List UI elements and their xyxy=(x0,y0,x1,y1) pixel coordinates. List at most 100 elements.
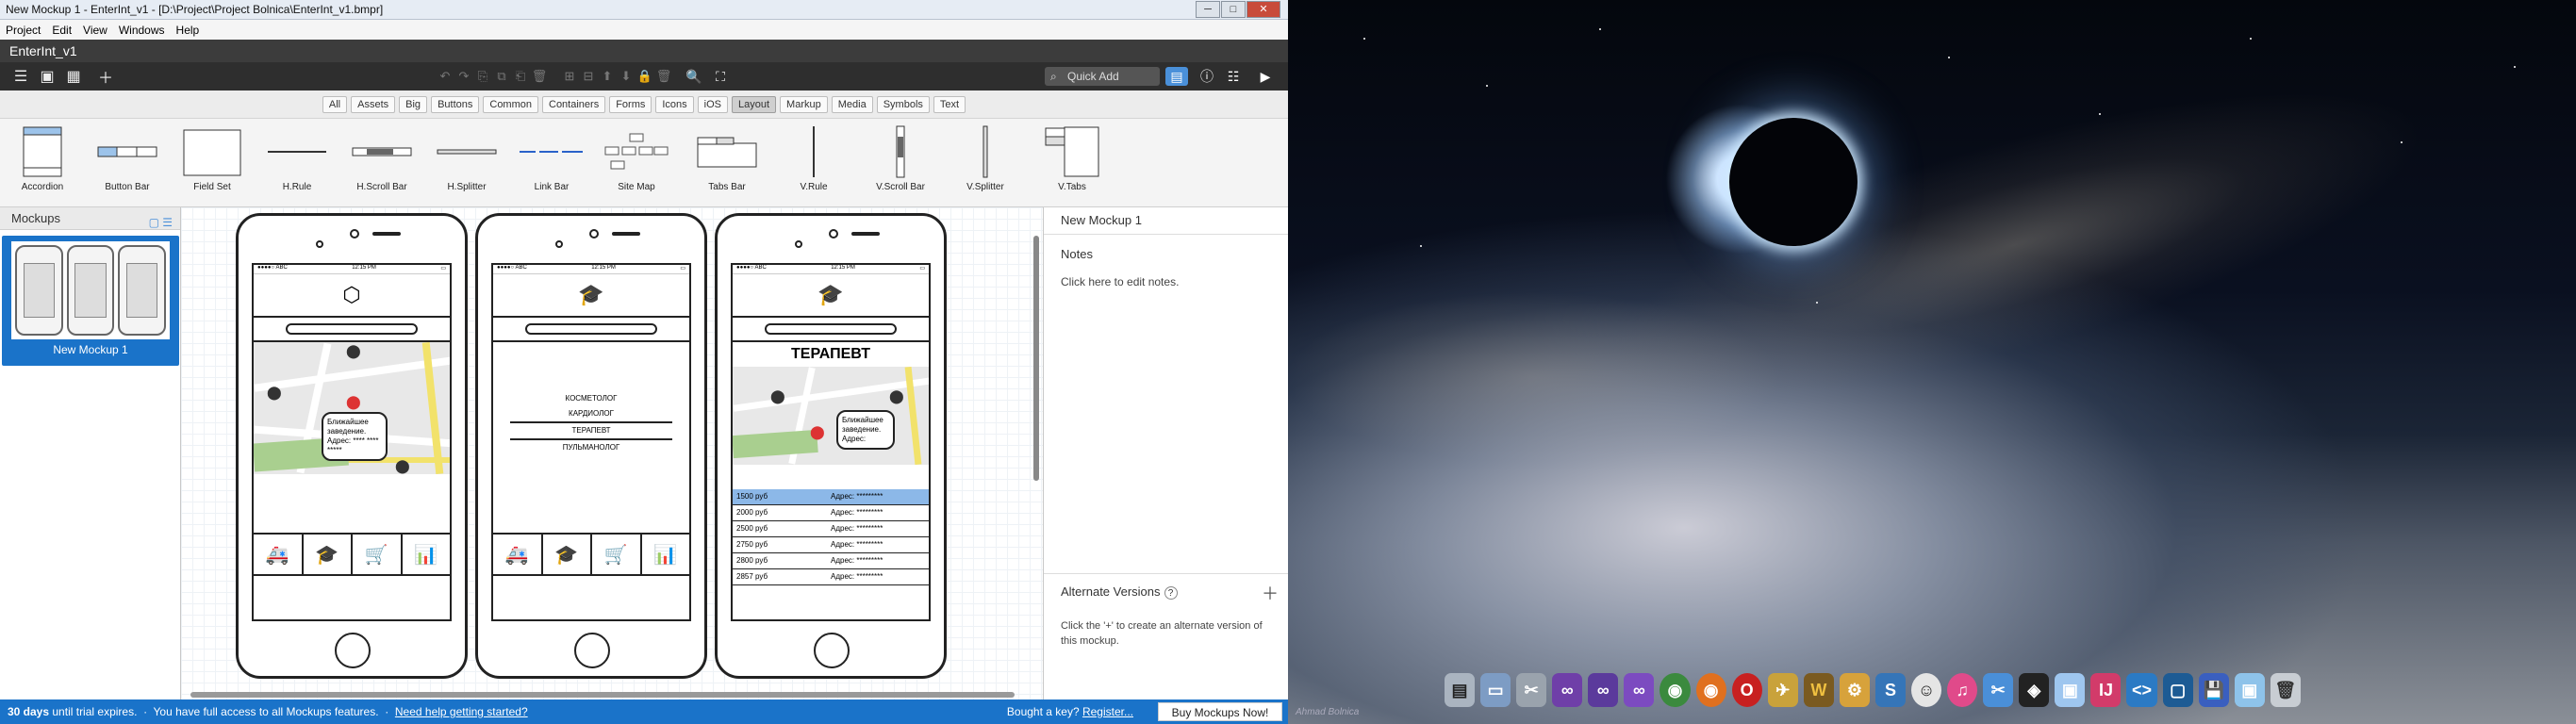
save-icon[interactable]: 💾 xyxy=(2198,673,2229,707)
map-pin-icon[interactable]: ⬤ xyxy=(346,344,361,357)
tab-ios[interactable]: iOS xyxy=(697,95,729,113)
price-row[interactable]: 2500 руб Адрес: ********* xyxy=(733,521,929,537)
canvas-vertical-scrollbar[interactable] xyxy=(1033,236,1039,481)
mockup-thumbnail-selected[interactable]: New Mockup 1 xyxy=(2,236,179,366)
add-alternate-icon[interactable]: ＋ xyxy=(1262,581,1279,605)
cart-icon[interactable]: 🛒 xyxy=(353,535,403,574)
map-pin-icon[interactable]: ⬤ xyxy=(770,389,785,403)
menu-item-cardiologist[interactable]: КАРДИОЛОГ xyxy=(493,406,689,421)
phone-mockup-therapist[interactable]: ●●●●○ ABC 12:15 PM ▭ 🎓 ТЕРАПЕВТ ⬤ ⬤ ⬤ Ближ… xyxy=(715,213,947,679)
smiley-icon[interactable]: ☺ xyxy=(1911,673,1942,707)
chart-icon[interactable]: 📊 xyxy=(403,535,451,574)
menu-view[interactable]: View xyxy=(77,24,113,37)
lib-item-v-rule[interactable]: V.Rule xyxy=(771,119,856,207)
map-view[interactable]: ⬤ ⬤ ⬤ Ближайшее заведение. Адрес: xyxy=(733,367,929,465)
firefox-icon[interactable]: ◉ xyxy=(1695,673,1726,707)
redo-icon[interactable]: ↷ xyxy=(454,64,473,89)
box-icon[interactable]: ▣ xyxy=(2055,673,2086,707)
graduation-cap-icon[interactable]: 🎓 xyxy=(304,535,353,574)
send-back-icon[interactable]: ⬇ xyxy=(617,64,636,89)
tools-icon[interactable]: ✂ xyxy=(1516,673,1547,707)
trash-icon[interactable]: 🗑 xyxy=(654,64,673,89)
quick-add-input[interactable]: ⌕ Quick Add xyxy=(1045,67,1160,86)
price-row[interactable]: 1500 руб Адрес: ********* xyxy=(733,489,929,505)
tab-buttons[interactable]: Buttons xyxy=(431,95,480,113)
itunes-icon[interactable]: ♫ xyxy=(1947,673,1978,707)
menu-item-therapist[interactable]: ТЕРАПЕВТ xyxy=(510,421,672,440)
plane-icon[interactable]: ✈ xyxy=(1767,673,1798,707)
tab-text[interactable]: Text xyxy=(933,95,966,113)
lib-item-field-set[interactable]: Field Set xyxy=(170,119,255,207)
price-list[interactable]: 1500 руб Адрес: ********* 2000 руб Адрес: … xyxy=(733,489,929,593)
price-row[interactable]: 2857 руб Адрес: ********* xyxy=(733,569,929,585)
graduation-cap-icon[interactable]: 🎓 xyxy=(543,535,592,574)
hamburger-menu-icon[interactable]: ☰ xyxy=(8,64,34,89)
lock-icon[interactable]: 🔒 xyxy=(636,64,654,89)
tab-layout[interactable]: Layout xyxy=(732,95,777,113)
code-icon[interactable]: <> xyxy=(2126,673,2157,707)
menu-item-cosmetologist[interactable]: КОСМЕТОЛОГ xyxy=(493,391,689,406)
price-row[interactable]: 2750 руб Адрес: ********* xyxy=(733,537,929,553)
opera-icon[interactable]: O xyxy=(1731,673,1762,707)
notes-edit-area[interactable]: Click here to edit notes. xyxy=(1061,275,1179,288)
bring-front-icon[interactable]: ⬆ xyxy=(598,64,617,89)
tab-media[interactable]: Media xyxy=(831,95,873,113)
single-view-icon[interactable]: ▣ xyxy=(34,64,60,89)
lib-item-h-splitter[interactable]: H.Splitter xyxy=(424,119,509,207)
lib-item-h-scroll-bar[interactable]: H.Scroll Bar xyxy=(339,119,424,207)
tab-icons[interactable]: Icons xyxy=(655,95,694,113)
lib-item-button-bar[interactable]: Button Bar xyxy=(85,119,170,207)
ambulance-icon[interactable]: 🚑 xyxy=(254,535,304,574)
folder-icon[interactable]: ▭ xyxy=(1480,673,1511,707)
tab-markup[interactable]: Markup xyxy=(780,95,828,113)
register-link[interactable]: Register... xyxy=(1082,705,1133,718)
search-field[interactable] xyxy=(493,318,689,342)
frame-icon[interactable]: ▢ xyxy=(2162,673,2193,707)
trash-icon[interactable]: 🗑 xyxy=(2270,673,2301,707)
visual-studio-2-icon[interactable]: ∞ xyxy=(1588,673,1619,707)
lib-item-site-map[interactable]: Site Map xyxy=(594,119,679,207)
tab-all[interactable]: All xyxy=(322,95,348,113)
visual-studio-icon[interactable]: ∞ xyxy=(1552,673,1583,707)
intellij-icon[interactable]: IJ xyxy=(2090,673,2122,707)
file-manager-icon[interactable]: ▤ xyxy=(1445,673,1476,707)
ui-library-icon[interactable]: ▤ xyxy=(1165,67,1188,86)
menu-project[interactable]: Project xyxy=(0,24,46,37)
cart-icon[interactable]: 🛒 xyxy=(592,535,642,574)
chart-icon[interactable]: 📊 xyxy=(642,535,690,574)
phone-mockup-menu[interactable]: ●●●●○ ABC 12:15 PM ▭ 🎓 КОСМЕТОЛОГ КАРДИОЛО… xyxy=(475,213,707,679)
map-pin-selected-icon[interactable]: ⬤ xyxy=(346,395,361,408)
menu-windows[interactable]: Windows xyxy=(113,24,171,37)
tab-forms[interactable]: Forms xyxy=(609,95,652,113)
settings-icon[interactable]: ⚙ xyxy=(1839,673,1870,707)
lib-item-link-bar[interactable]: Link Bar xyxy=(509,119,594,207)
delete-icon[interactable]: 🗑 xyxy=(530,64,549,89)
phone-mockup-map[interactable]: ●●●●○ ABC 12:15 PM ▭ ⬡ ⬤ ⬤ ⬤ ⬤ Ближайшее з… xyxy=(236,213,468,679)
tab-common[interactable]: Common xyxy=(483,95,538,113)
mockup-canvas[interactable]: ●●●●○ ABC 12:15 PM ▭ ⬡ ⬤ ⬤ ⬤ ⬤ Ближайшее з… xyxy=(181,207,1043,699)
lib-item-v-tabs[interactable]: V.Tabs xyxy=(1030,119,1115,207)
map-view[interactable]: ⬤ ⬤ ⬤ ⬤ Ближайшее заведение. Адрес: ****… xyxy=(254,342,450,474)
map-pin-icon[interactable]: ⬤ xyxy=(889,389,904,403)
menu-edit[interactable]: Edit xyxy=(46,24,77,37)
search-field[interactable] xyxy=(733,318,929,342)
tab-symbols[interactable]: Symbols xyxy=(876,95,930,113)
grid-view-icon[interactable]: ▦ xyxy=(60,64,87,89)
canvas-horizontal-scrollbar[interactable] xyxy=(190,692,1015,698)
map-pin-selected-icon[interactable]: ⬤ xyxy=(810,425,825,438)
lib-item-accordion[interactable]: Accordion xyxy=(0,119,85,207)
undo-icon[interactable]: ↶ xyxy=(436,64,454,89)
sourcetree-icon[interactable]: S xyxy=(1874,673,1907,707)
tab-containers[interactable]: Containers xyxy=(542,95,606,113)
map-pin-icon[interactable]: ⬤ xyxy=(395,459,410,472)
search-field[interactable] xyxy=(254,318,450,342)
maximize-button[interactable]: □ xyxy=(1221,1,1246,18)
ambulance-icon[interactable]: 🚑 xyxy=(493,535,543,574)
menu-help[interactable]: Help xyxy=(171,24,206,37)
map-pin-icon[interactable]: ⬤ xyxy=(267,386,282,399)
fullscreen-icon[interactable]: ⛶ xyxy=(707,64,734,89)
copy-icon[interactable]: ⎘ xyxy=(473,64,492,89)
markup-icon[interactable]: ☷ xyxy=(1222,64,1245,89)
chrome-icon[interactable]: ◉ xyxy=(1660,673,1691,707)
search-icon[interactable]: 🔍 xyxy=(681,64,707,89)
